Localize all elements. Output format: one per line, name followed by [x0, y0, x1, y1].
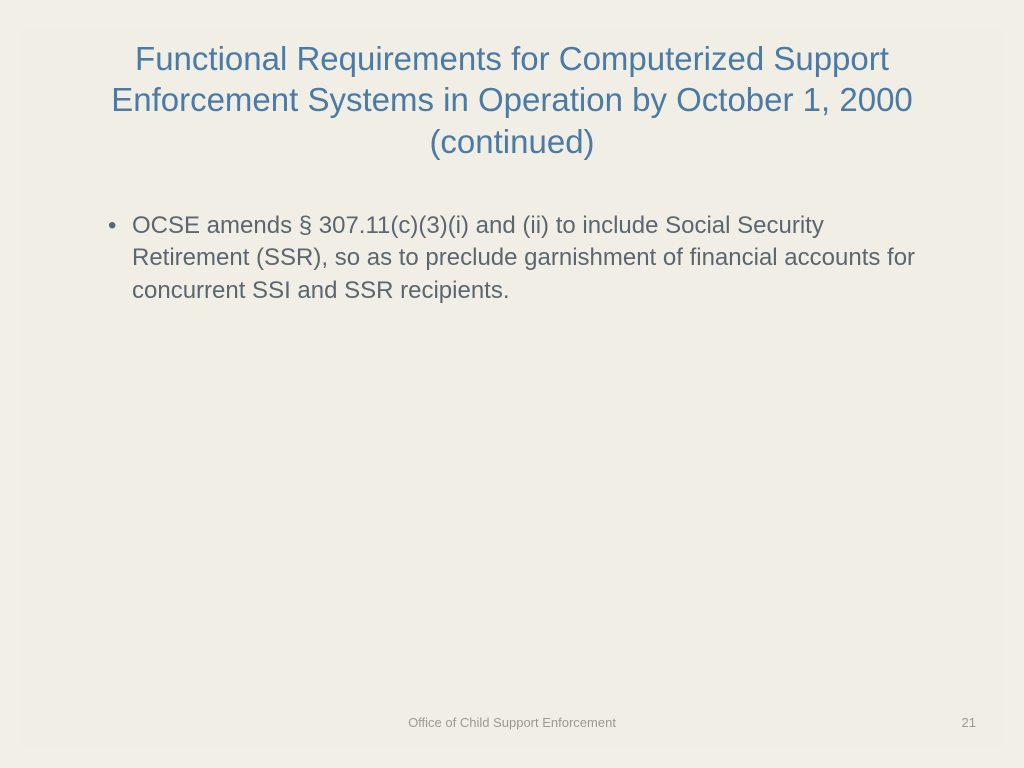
page-number: 21	[962, 715, 976, 730]
slide-title: Functional Requirements for Computerized…	[80, 38, 944, 162]
slide-panel: Functional Requirements for Computerized…	[20, 28, 1004, 748]
bullet-list: OCSE amends § 307.11(c)(3)(i) and (ii) t…	[80, 210, 944, 307]
slide-container: Functional Requirements for Computerized…	[0, 0, 1024, 768]
list-item: OCSE amends § 307.11(c)(3)(i) and (ii) t…	[108, 210, 944, 307]
footer-text: Office of Child Support Enforcement	[20, 715, 1004, 730]
